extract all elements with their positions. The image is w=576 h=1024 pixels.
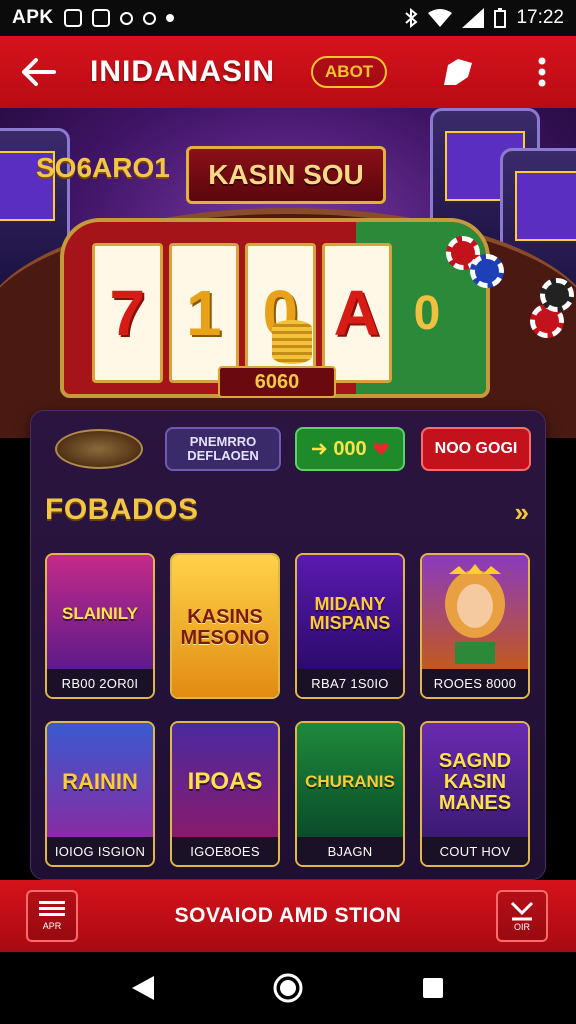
close-button[interactable]: OIR <box>496 890 548 942</box>
game-tile[interactable]: RAININ IOIOG ISGION <box>45 721 155 867</box>
game-caption: COUT HOV <box>422 837 528 865</box>
hero-title-banner: KASIN SOU <box>186 146 386 204</box>
wifi-icon <box>428 9 453 27</box>
game-art: SLAINILY <box>47 555 153 673</box>
bluetooth-icon <box>405 8 418 28</box>
game-tile[interactable]: IPOAS IGOE8OES <box>170 721 280 867</box>
game-tile[interactable]: ROOES 8000 <box>420 553 530 699</box>
game-art: MIDANY MISPANS <box>297 555 403 673</box>
close-icon <box>510 901 534 921</box>
game-caption: IGOE8OES <box>172 837 278 865</box>
heart-icon <box>373 443 388 455</box>
credit-value: 000 <box>333 437 367 460</box>
nav-home-button[interactable] <box>268 968 308 1008</box>
games-panel: PNEMRRO DEFLAOEN 000 NOO GOGI FOBADOS » … <box>30 410 546 880</box>
share-button[interactable] <box>440 54 476 90</box>
game-art <box>422 555 528 673</box>
coin-stack-icon <box>272 320 312 364</box>
image-notification-icon <box>91 9 110 27</box>
action-row: PNEMRRO DEFLAOEN 000 NOO GOGI <box>31 427 545 473</box>
game-art: KASINS MESONO <box>172 555 278 697</box>
page-title: INIDANASIN <box>90 55 276 88</box>
circle-icon <box>142 11 156 25</box>
section-title: FOBADOS <box>45 493 199 526</box>
games-grid: SLAINILY RB00 2OR0I KASINS MESONO MIDANY… <box>45 553 533 867</box>
battery-icon <box>494 8 507 28</box>
menu-icon-line <box>39 907 65 910</box>
square-recents-icon <box>423 978 444 998</box>
reel: 1 <box>168 243 239 383</box>
reel: 7 <box>92 243 163 383</box>
close-label: OIR <box>513 922 530 932</box>
casino-chip-icon <box>540 278 574 312</box>
status-bar: APK 17:22 <box>0 0 576 36</box>
game-tile[interactable]: MIDANY MISPANS RBA7 1S0IO <box>295 553 405 699</box>
menu-button[interactable]: APR <box>26 890 78 942</box>
system-nav-bar <box>0 952 576 1024</box>
arrow-right-icon <box>312 443 328 455</box>
menu-icon-line <box>39 913 65 916</box>
nav-back-button[interactable] <box>123 968 163 1008</box>
more-vert-icon <box>538 57 546 87</box>
casino-chip-icon <box>470 254 504 288</box>
game-art: SAGND KASIN MANES <box>422 723 528 841</box>
credit-button[interactable]: 000 <box>295 427 405 471</box>
game-caption: IOIOG ISGION <box>47 837 153 865</box>
back-button[interactable] <box>16 50 60 94</box>
game-tile[interactable]: CHURANIS BJAGN <box>295 721 405 867</box>
spin-knob[interactable] <box>55 429 143 469</box>
game-art: IPOAS <box>172 723 278 841</box>
home-circle-icon <box>273 973 303 1003</box>
arrow-left-icon <box>22 58 56 86</box>
bottom-title[interactable]: SOVAIOD AMD STION <box>120 904 456 928</box>
game-caption: RB00 2OR0I <box>47 669 153 697</box>
status-app-name: APK <box>12 7 54 28</box>
slot-reels: 7 1 0 A <box>92 243 392 383</box>
bottom-action-bar: APR SOVAIOD AMD STION OIR <box>0 880 576 952</box>
triangle-back-icon <box>131 976 154 1000</box>
game-tile[interactable]: SLAINILY RB00 2OR0I <box>45 553 155 699</box>
app-bar: INIDANASIN ABOT <box>0 36 576 108</box>
game-tile[interactable]: SAGND KASIN MANES COUT HOV <box>420 721 530 867</box>
jackpot-counter: 6060 <box>218 366 336 398</box>
game-art: CHURANIS <box>297 723 403 841</box>
character-portrait-icon <box>445 564 505 664</box>
game-caption: ROOES 8000 <box>422 669 528 697</box>
game-art: RAININ <box>47 723 153 841</box>
sync-icon <box>119 11 133 25</box>
see-more-button[interactable]: » <box>515 497 529 528</box>
game-tile[interactable]: KASINS MESONO <box>170 553 280 699</box>
status-time: 17:22 <box>516 7 564 28</box>
promo-text: SO6ARO1 <box>36 152 170 183</box>
about-button[interactable]: ABOT <box>311 56 388 88</box>
dot-icon <box>165 14 174 22</box>
hero-banner: 7 1 0 A 0 6060 SO6ARO1 KASIN SOU <box>0 108 576 438</box>
nav-recents-button[interactable] <box>413 968 453 1008</box>
share-icon <box>444 59 472 85</box>
reel: A <box>321 243 392 383</box>
menu-icon <box>39 901 65 904</box>
more-options-button[interactable] <box>524 54 560 90</box>
game-caption: BJAGN <box>297 837 403 865</box>
notification-icon <box>63 9 82 27</box>
game-caption: RBA7 1S0IO <box>297 669 403 697</box>
signal-icon <box>462 8 485 28</box>
bonus-button[interactable]: NOO GOGI <box>421 427 531 471</box>
menu-label: APR <box>42 921 62 931</box>
play-button[interactable]: PNEMRRO DEFLAOEN <box>165 427 281 471</box>
